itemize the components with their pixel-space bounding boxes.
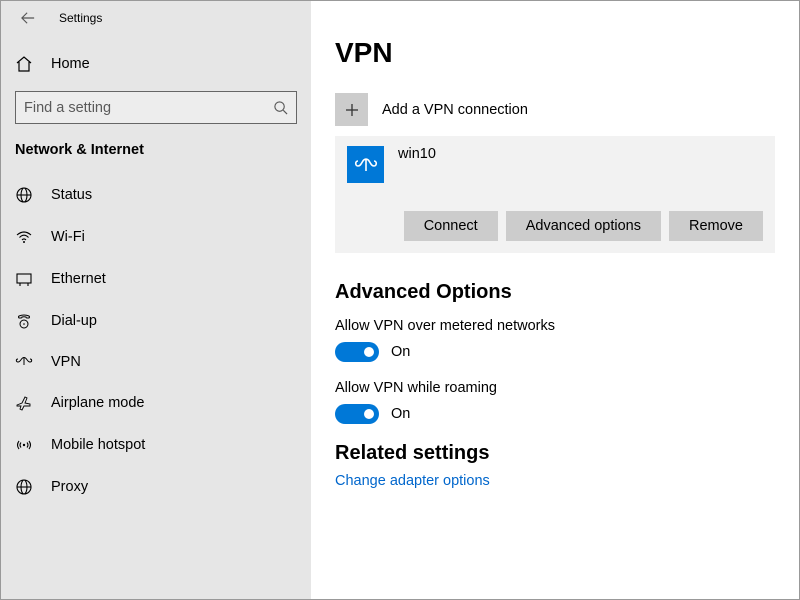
nav-ethernet[interactable]: Ethernet (1, 258, 311, 300)
content: VPN Add a VPN connection win10 Connect A… (311, 1, 799, 599)
nav-label: Proxy (51, 479, 88, 495)
page-title: VPN (335, 37, 775, 69)
nav-dialup[interactable]: Dial-up (1, 300, 311, 342)
nav-label: Dial-up (51, 313, 97, 329)
add-vpn-button[interactable]: Add a VPN connection (335, 93, 775, 126)
nav-label: Ethernet (51, 271, 106, 287)
connect-button[interactable]: Connect (404, 211, 498, 241)
vpn-connection-card[interactable]: win10 Connect Advanced options Remove (335, 136, 775, 253)
dialup-icon (15, 312, 33, 330)
nav-label: Wi-Fi (51, 229, 85, 245)
metered-toggle[interactable] (335, 342, 379, 362)
nav-label: Status (51, 187, 92, 203)
adapter-options-link[interactable]: Change adapter options (335, 473, 775, 489)
globe-icon (15, 186, 33, 204)
nav-label: VPN (51, 354, 81, 370)
vpn-connection-icon (347, 146, 384, 183)
hotspot-icon (15, 436, 33, 454)
plus-icon (335, 93, 368, 126)
window-title: Settings (59, 11, 102, 25)
search-input[interactable] (24, 100, 272, 116)
nav-proxy[interactable]: Proxy (1, 466, 311, 508)
home-icon (15, 55, 33, 73)
nav-airplane[interactable]: Airplane mode (1, 382, 311, 424)
nav-status[interactable]: Status (1, 174, 311, 216)
search-icon (272, 100, 288, 116)
category-title: Network & Internet (1, 138, 311, 168)
titlebar: Settings (1, 1, 311, 31)
back-icon[interactable] (21, 11, 35, 25)
advanced-title: Advanced Options (335, 281, 775, 304)
vpn-icon (15, 355, 33, 369)
home-label: Home (51, 56, 90, 72)
airplane-icon (15, 394, 33, 412)
metered-state: On (391, 344, 410, 360)
nav-vpn[interactable]: VPN (1, 342, 311, 382)
add-vpn-label: Add a VPN connection (382, 102, 528, 118)
vpn-connection-name: win10 (398, 146, 436, 162)
proxy-icon (15, 478, 33, 496)
related-title: Related settings (335, 442, 775, 465)
remove-button[interactable]: Remove (669, 211, 763, 241)
home-nav[interactable]: Home (1, 45, 311, 83)
nav-hotspot[interactable]: Mobile hotspot (1, 424, 311, 466)
nav-label: Mobile hotspot (51, 437, 145, 453)
roaming-toggle[interactable] (335, 404, 379, 424)
advanced-options-button[interactable]: Advanced options (506, 211, 661, 241)
search-box[interactable] (15, 91, 297, 124)
roaming-label: Allow VPN while roaming (335, 380, 775, 396)
nav-label: Airplane mode (51, 395, 145, 411)
roaming-state: On (391, 406, 410, 422)
wifi-icon (15, 228, 33, 246)
nav-wifi[interactable]: Wi-Fi (1, 216, 311, 258)
ethernet-icon (15, 270, 33, 288)
metered-label: Allow VPN over metered networks (335, 318, 775, 334)
sidebar: Settings Home Network & Internet Status (1, 1, 311, 599)
